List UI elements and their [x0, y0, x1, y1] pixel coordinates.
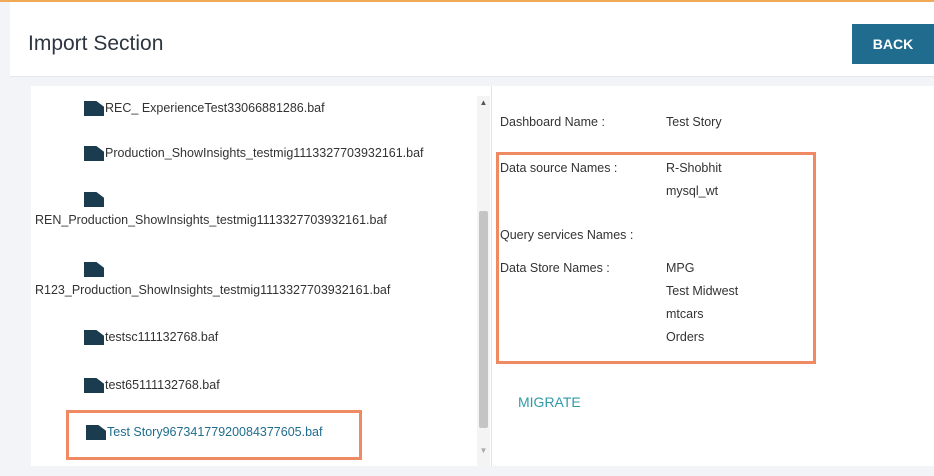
back-button[interactable]: BACK	[852, 24, 934, 64]
file-label: testsc111132768.baf	[105, 330, 219, 344]
file-icon	[84, 101, 104, 116]
dashboard-details-panel: Dashboard Name : Test Story Data source …	[491, 86, 934, 466]
file-label: test65111132768.baf	[105, 378, 220, 392]
file-icon	[84, 330, 104, 345]
file-label: R123_Production_ShowInsights_testmig1113…	[35, 283, 391, 297]
selected-file-highlight-box	[66, 410, 362, 460]
scroll-thumb[interactable]	[479, 211, 488, 428]
page-title: Import Section	[28, 32, 164, 55]
file-item[interactable]: test65111132768.baf	[84, 377, 220, 393]
file-list-panel: REC_ ExperienceTest33066881286.baf Produ…	[31, 86, 491, 466]
file-list-scrollbar[interactable]: ▲ ▼	[477, 96, 490, 466]
scroll-up-arrow-icon[interactable]: ▲	[477, 98, 490, 108]
file-item[interactable]: testsc111132768.baf	[84, 329, 218, 345]
names-highlight-box	[496, 152, 816, 364]
file-item[interactable]: REC_ ExperienceTest33066881286.baf	[84, 100, 325, 116]
file-label: REN_Production_ShowInsights_testmig11133…	[35, 213, 387, 227]
file-icon	[84, 192, 104, 207]
page-header: Import Section BACK	[10, 2, 934, 77]
file-label: Production_ShowInsights_testmig111332770…	[105, 146, 424, 160]
file-icon	[84, 146, 104, 161]
migrate-button[interactable]: MIGRATE	[518, 394, 581, 410]
dashboard-name-value: Test Story	[666, 115, 722, 129]
file-item[interactable]: Production_ShowInsights_testmig111332770…	[84, 145, 424, 161]
file-icon	[84, 262, 104, 277]
file-label: REC_ ExperienceTest33066881286.baf	[105, 101, 325, 115]
dashboard-name-label: Dashboard Name :	[500, 115, 605, 129]
file-icon	[84, 378, 104, 393]
scroll-down-arrow-icon[interactable]: ▼	[477, 446, 490, 456]
